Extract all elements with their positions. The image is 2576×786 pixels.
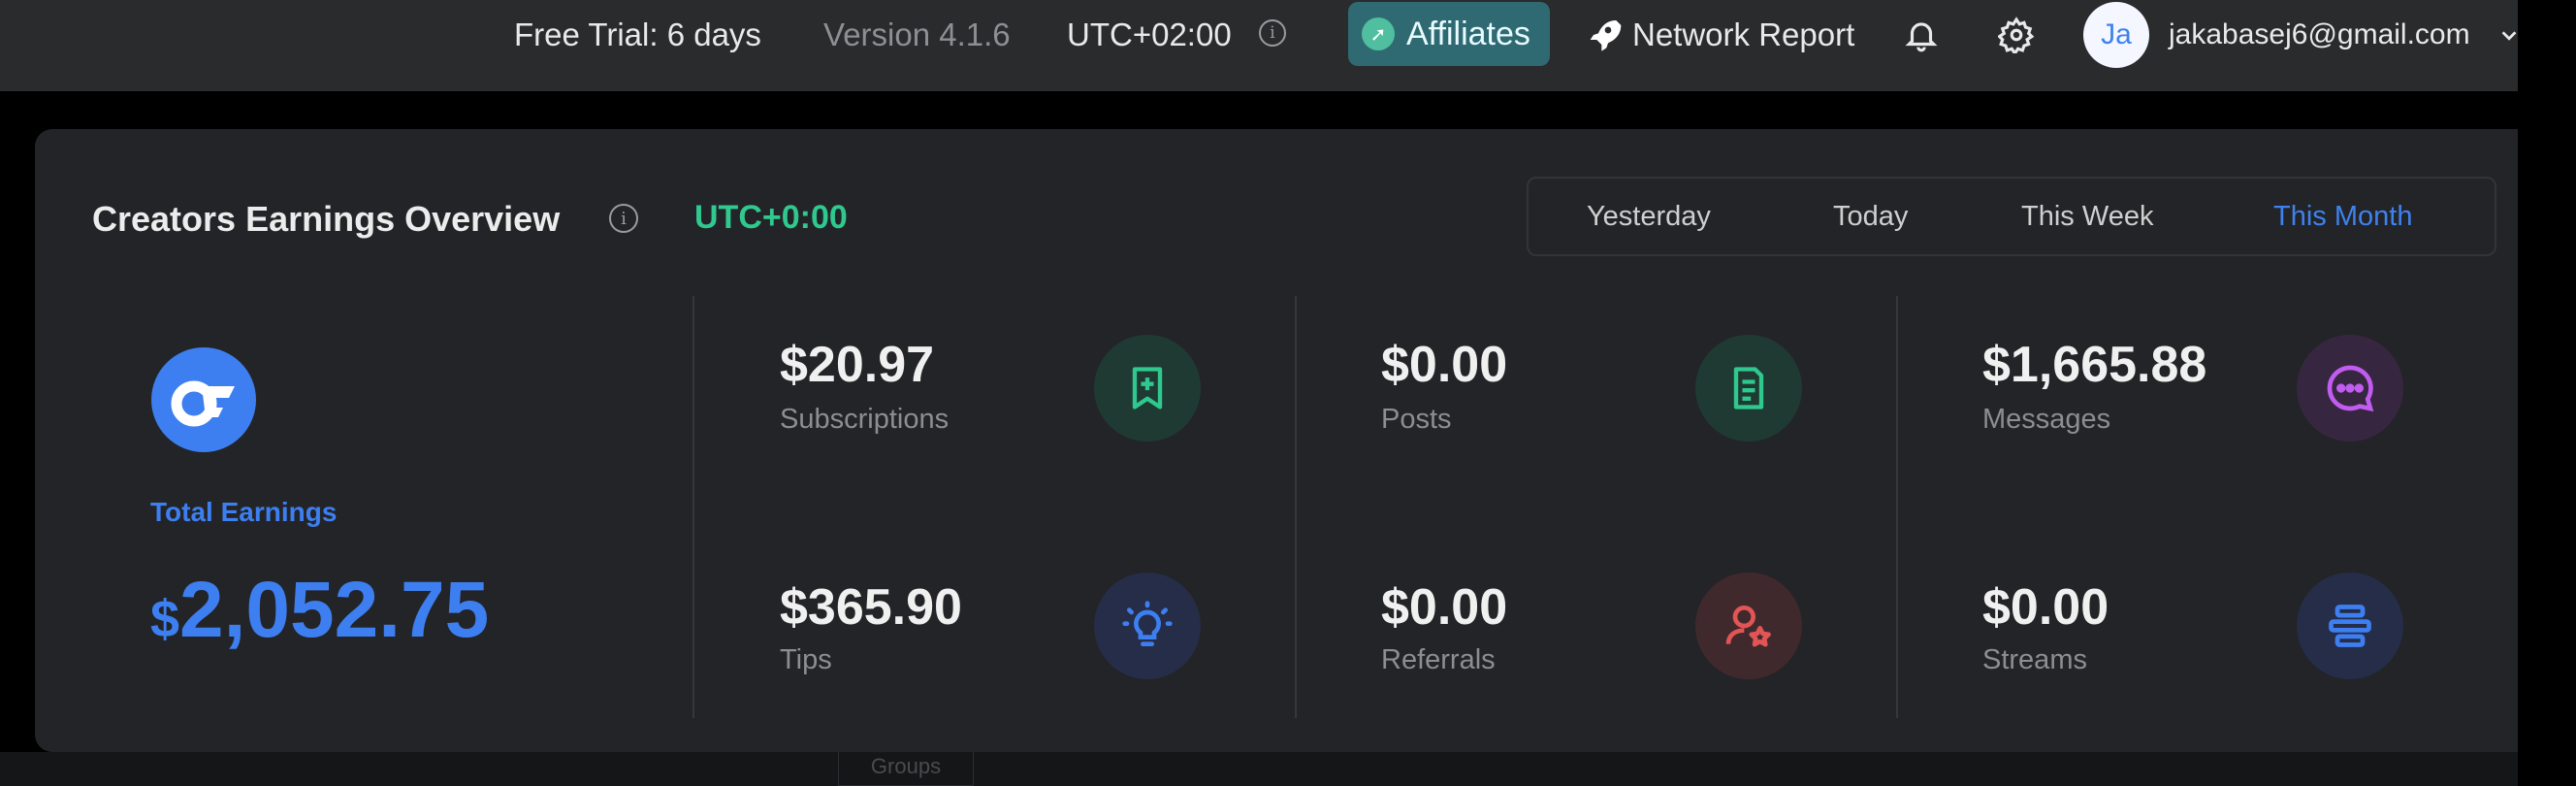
range-yesterday[interactable]: Yesterday (1587, 179, 1711, 254)
background-content: Groups (0, 752, 2518, 786)
bell-icon[interactable] (1903, 16, 1940, 53)
top-bar: Free Trial: 6 days Version 4.1.6 UTC+02:… (0, 0, 2518, 91)
rocket-icon (1590, 20, 1622, 51)
affiliates-button[interactable]: ➚ Affiliates (1348, 2, 1550, 66)
streams-value: $0.00 (1982, 579, 2109, 636)
page-title: Creators Earnings Overview (92, 199, 561, 239)
column-divider (692, 296, 694, 718)
total-earnings-amount: 2,052.75 (179, 566, 490, 654)
groups-column-header: Groups (838, 752, 974, 786)
chat-bubble-icon (2297, 335, 2403, 442)
total-earnings-label: Total Earnings (150, 497, 338, 527)
user-email[interactable]: jakabasej6@gmail.com (2169, 0, 2470, 70)
onlyfans-logo-icon (151, 347, 256, 452)
messages-label: Messages (1982, 404, 2111, 435)
column-divider (1896, 296, 1898, 718)
network-report-label: Network Report (1632, 16, 1855, 52)
referrals-value: $0.00 (1381, 579, 1508, 636)
tips-value: $365.90 (780, 579, 962, 636)
bookmark-plus-icon (1094, 335, 1201, 442)
gear-icon[interactable] (1998, 16, 2035, 53)
share-arrow-icon: ➚ (1362, 17, 1395, 50)
panel-timezone: UTC+0:00 (694, 199, 848, 236)
document-icon (1695, 335, 1802, 442)
messages-value: $1,665.88 (1982, 337, 2207, 393)
streams-label: Streams (1982, 644, 2087, 675)
timezone-label: UTC+02:00 (1067, 16, 1232, 52)
streams-icon (2297, 573, 2403, 679)
referrals-label: Referrals (1381, 644, 1496, 675)
affiliates-label: Affiliates (1406, 15, 1530, 52)
title-info-icon[interactable]: i (609, 204, 638, 233)
total-earnings-value: $2,052.75 (150, 565, 489, 656)
avatar[interactable]: Ja (2083, 2, 2149, 68)
range-this-month[interactable]: This Month (2273, 179, 2412, 254)
range-this-week[interactable]: This Week (2021, 179, 2153, 254)
lightbulb-icon (1094, 573, 1201, 679)
subscriptions-label: Subscriptions (780, 404, 950, 435)
free-trial-label: Free Trial: 6 days (514, 16, 761, 52)
chevron-down-icon[interactable] (2498, 25, 2520, 47)
user-star-icon (1695, 573, 1802, 679)
timezone-info-icon[interactable]: i (1259, 19, 1286, 47)
network-report-button[interactable]: Network Report (1584, 0, 1854, 70)
version-label: Version 4.1.6 (823, 16, 1011, 52)
subscriptions-value: $20.97 (780, 337, 935, 393)
date-range-selector: Yesterday Today This Week This Month (1527, 177, 2496, 256)
column-divider (1295, 296, 1297, 718)
total-earnings-currency: $ (150, 590, 180, 648)
tips-label: Tips (780, 644, 832, 675)
posts-label: Posts (1381, 404, 1452, 435)
posts-value: $0.00 (1381, 337, 1508, 393)
range-today[interactable]: Today (1833, 179, 1908, 254)
